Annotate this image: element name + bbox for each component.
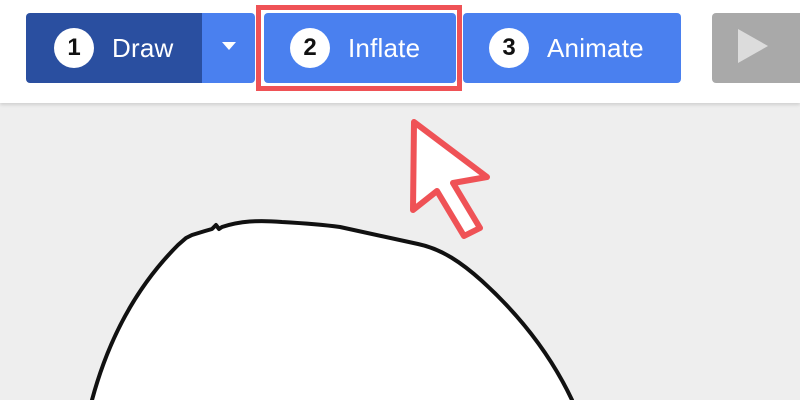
animate-button-label: Animate (547, 32, 644, 63)
inflate-button[interactable]: 2 Inflate (264, 13, 456, 83)
drawn-shape (90, 219, 574, 400)
inflate-button-label: Inflate (348, 32, 421, 63)
draw-mode-dropdown-button[interactable] (202, 13, 255, 83)
animate-button[interactable]: 3 Animate (463, 13, 681, 83)
draw-button-label: Draw (112, 32, 174, 63)
play-button[interactable] (712, 13, 800, 83)
step-1-badge: 1 (54, 28, 94, 68)
step-2-badge: 2 (290, 28, 330, 68)
toolbar: 1 Draw 2 Inflate 3 Animate (0, 0, 800, 103)
caret-down-icon (220, 39, 238, 57)
play-icon (736, 27, 770, 70)
drawing-canvas[interactable] (0, 103, 800, 400)
draw-button[interactable]: 1 Draw (26, 13, 202, 83)
step-3-badge: 3 (489, 28, 529, 68)
